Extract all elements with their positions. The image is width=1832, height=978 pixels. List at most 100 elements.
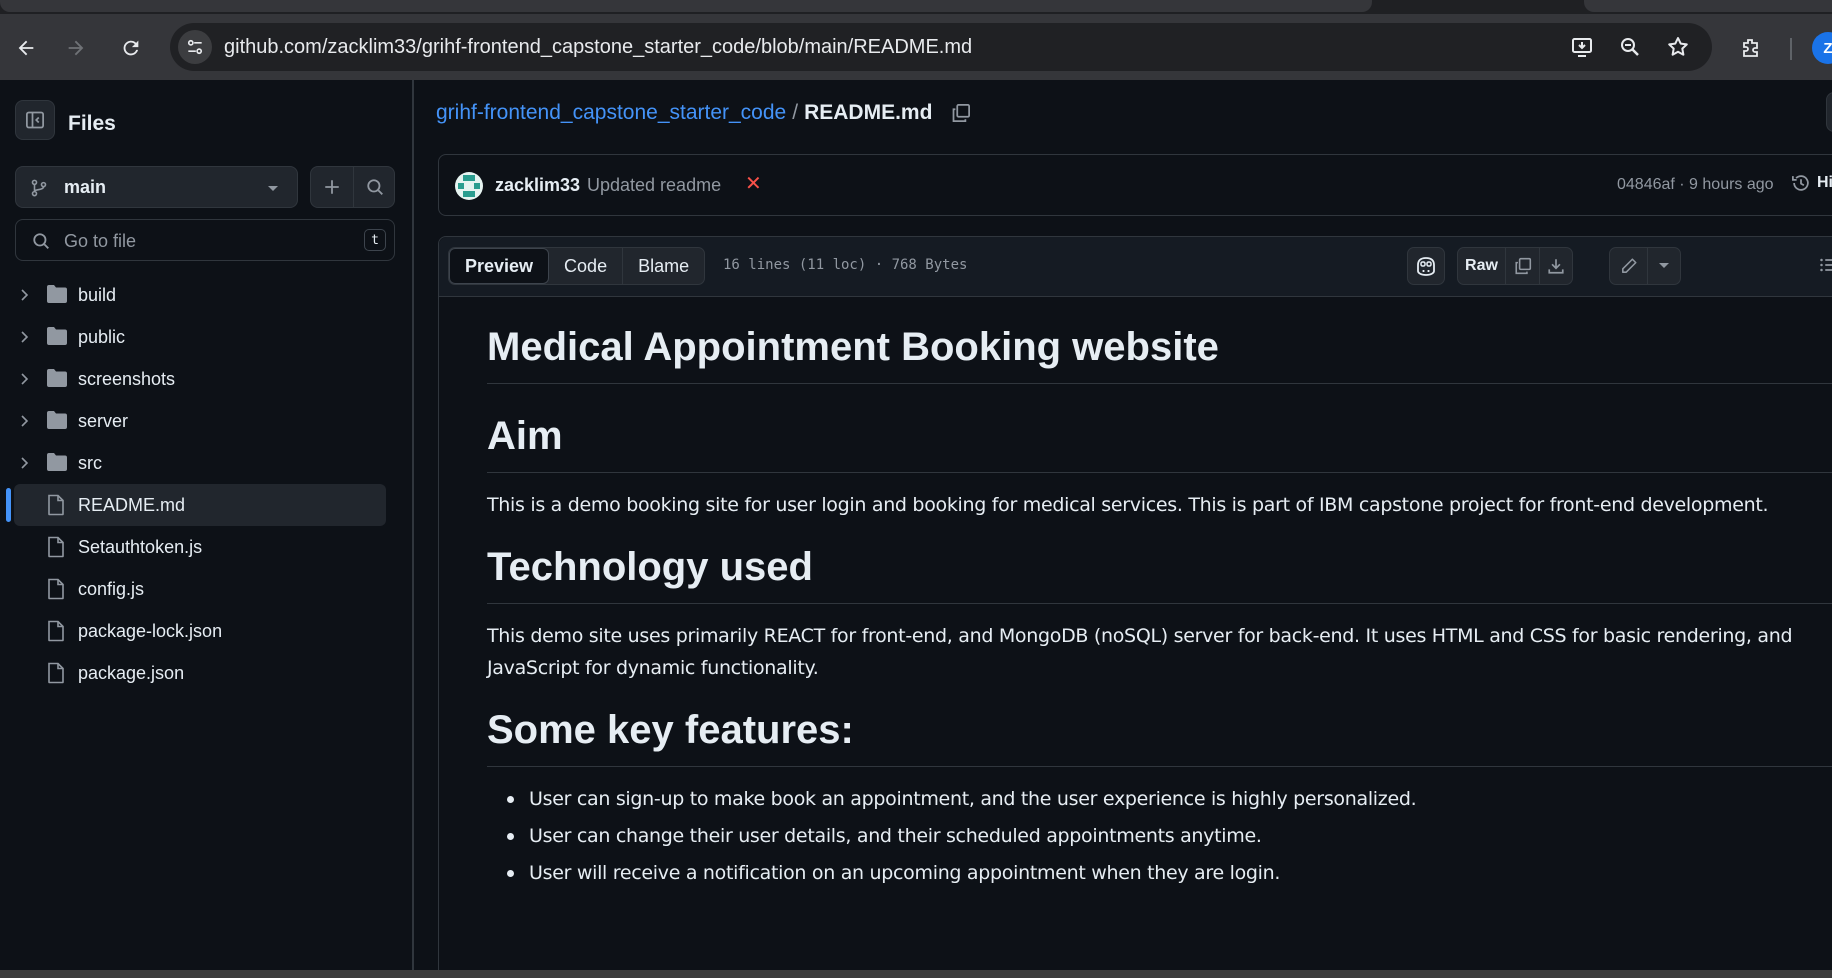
copy-icon [1514, 257, 1531, 275]
chevron-down-icon [268, 186, 278, 191]
zoom-icon[interactable] [1616, 33, 1644, 61]
edit-options-button[interactable] [1648, 248, 1680, 284]
reload-icon[interactable] [113, 30, 149, 66]
failed-status-icon[interactable]: ✕ [745, 174, 762, 194]
tree-item-package-lock[interactable]: package-lock.json [14, 610, 386, 652]
avatar[interactable] [455, 172, 483, 200]
profile-avatar[interactable]: Z [1812, 32, 1832, 64]
search-icon [33, 233, 49, 249]
tree-item-server[interactable]: server [14, 400, 386, 442]
tree-item-label: server [78, 411, 129, 431]
forward-icon[interactable] [58, 30, 94, 66]
search-files-button[interactable] [354, 167, 396, 207]
go-to-file-search[interactable]: t [15, 219, 395, 261]
toolbar-divider [1790, 38, 1792, 60]
file-icon [48, 494, 64, 516]
raw-label: Raw [1465, 257, 1498, 274]
window-bottom-edge [0, 970, 1832, 978]
file-icon [48, 536, 64, 558]
tree-item-label: public [78, 327, 126, 347]
branch-selector[interactable]: main [15, 166, 298, 208]
list-icon [1820, 258, 1832, 272]
view-mode-tabs: Preview Code Blame [448, 247, 706, 285]
file-actions-group [310, 166, 395, 208]
tab-code[interactable]: Code [549, 248, 624, 284]
tree-item-src[interactable]: src [14, 442, 386, 484]
copilot-button[interactable] [1407, 247, 1445, 285]
history-icon [1792, 175, 1809, 191]
tree-item-package[interactable]: package.json [14, 652, 386, 694]
tree-item-label: build [78, 285, 117, 305]
edit-actions-group [1609, 247, 1681, 285]
pencil-icon [1621, 258, 1637, 273]
list-item: User can sign-up to make book an appoint… [487, 781, 1832, 818]
collapse-sidebar-button[interactable] [15, 100, 55, 140]
tab-preview[interactable]: Preview [449, 248, 550, 284]
tree-item-label: package.json [78, 663, 185, 683]
url-text[interactable]: github.com/zacklim33/grihf-frontend_caps… [224, 36, 972, 59]
folder-icon [47, 369, 67, 387]
download-button[interactable] [1540, 248, 1572, 284]
tree-item-public[interactable]: public [14, 316, 386, 358]
tree-item-label: README.md [78, 495, 186, 515]
features-list: User can sign-up to make book an appoint… [487, 781, 1832, 892]
browser-tab[interactable] [0, 0, 1372, 12]
extensions-icon[interactable] [1733, 30, 1769, 66]
aim-heading: Aim [487, 412, 1832, 473]
commit-message-link[interactable]: Updated readme [587, 175, 721, 196]
raw-button[interactable]: Raw [1458, 248, 1506, 284]
history-label: Histo [1817, 174, 1832, 191]
go-to-file-input[interactable] [64, 229, 364, 253]
back-icon[interactable] [8, 30, 44, 66]
branch-icon [31, 179, 47, 197]
chevron-right-icon [21, 289, 29, 301]
chevron-right-icon [21, 415, 29, 427]
edit-file-button[interactable] [1610, 248, 1648, 284]
file-icon [48, 620, 64, 642]
tree-item-label: src [78, 453, 102, 473]
tree-item-build[interactable]: build [14, 274, 386, 316]
tree-item-setauthtoken[interactable]: Setauthtoken.js [14, 526, 386, 568]
tree-item-label: Setauthtoken.js [78, 537, 203, 557]
folder-icon [47, 453, 67, 471]
chevron-right-icon [21, 457, 29, 469]
sidebar-collapse-icon [26, 111, 44, 129]
copy-path-button[interactable] [950, 102, 972, 124]
tree-item-readme[interactable]: README.md [6, 484, 386, 526]
browser-toolbar: github.com/zacklim33/grihf-frontend_caps… [0, 14, 1832, 80]
copy-icon [953, 104, 971, 122]
chevron-right-icon [21, 373, 29, 385]
breadcrumb-repo-link[interactable]: grihf-frontend_capstone_starter_code [436, 101, 786, 125]
technology-paragraph: This demo site uses primarily REACT for … [487, 625, 1793, 679]
readme-title: Medical Appointment Booking website [487, 323, 1832, 384]
main-content: grihf-frontend_capstone_starter_code / R… [416, 80, 1832, 978]
file-header: Preview Code Blame 16 lines (11 loc) · 7… [439, 237, 1832, 297]
commit-meta[interactable]: 04846af · 9 hours ago [1617, 176, 1774, 194]
address-bar[interactable]: github.com/zacklim33/grihf-frontend_caps… [170, 23, 1712, 71]
file-tree-sidebar: Files main t build public [0, 80, 414, 978]
more-options-button[interactable] [1826, 92, 1832, 132]
files-title: Files [68, 112, 116, 135]
copy-raw-button[interactable] [1506, 248, 1540, 284]
chevron-right-icon [21, 331, 29, 343]
breadcrumb-separator: / [792, 101, 799, 124]
file-icon [48, 578, 64, 600]
history-button[interactable]: Histo [1791, 173, 1832, 193]
add-file-button[interactable] [311, 167, 353, 207]
file-tree: build public screenshots server src READ… [0, 274, 414, 694]
folder-icon [47, 285, 67, 303]
tree-item-screenshots[interactable]: screenshots [14, 358, 386, 400]
outline-button[interactable] [1819, 255, 1832, 275]
install-app-icon[interactable] [1568, 33, 1596, 61]
tree-item-label: screenshots [78, 369, 176, 389]
tab-blame[interactable]: Blame [623, 248, 704, 284]
tree-item-config[interactable]: config.js [14, 568, 386, 610]
tree-item-label: package-lock.json [78, 621, 223, 641]
browser-tab[interactable] [1584, 0, 1832, 12]
list-item: User will receive a notification on an u… [487, 855, 1832, 892]
commit-author-link[interactable]: zacklim33 [495, 175, 580, 196]
plus-icon [325, 180, 339, 194]
file-stats: 16 lines (11 loc) · 768 Bytes [723, 257, 968, 273]
bookmark-star-icon[interactable] [1664, 33, 1692, 61]
site-info-icon[interactable] [178, 30, 212, 64]
